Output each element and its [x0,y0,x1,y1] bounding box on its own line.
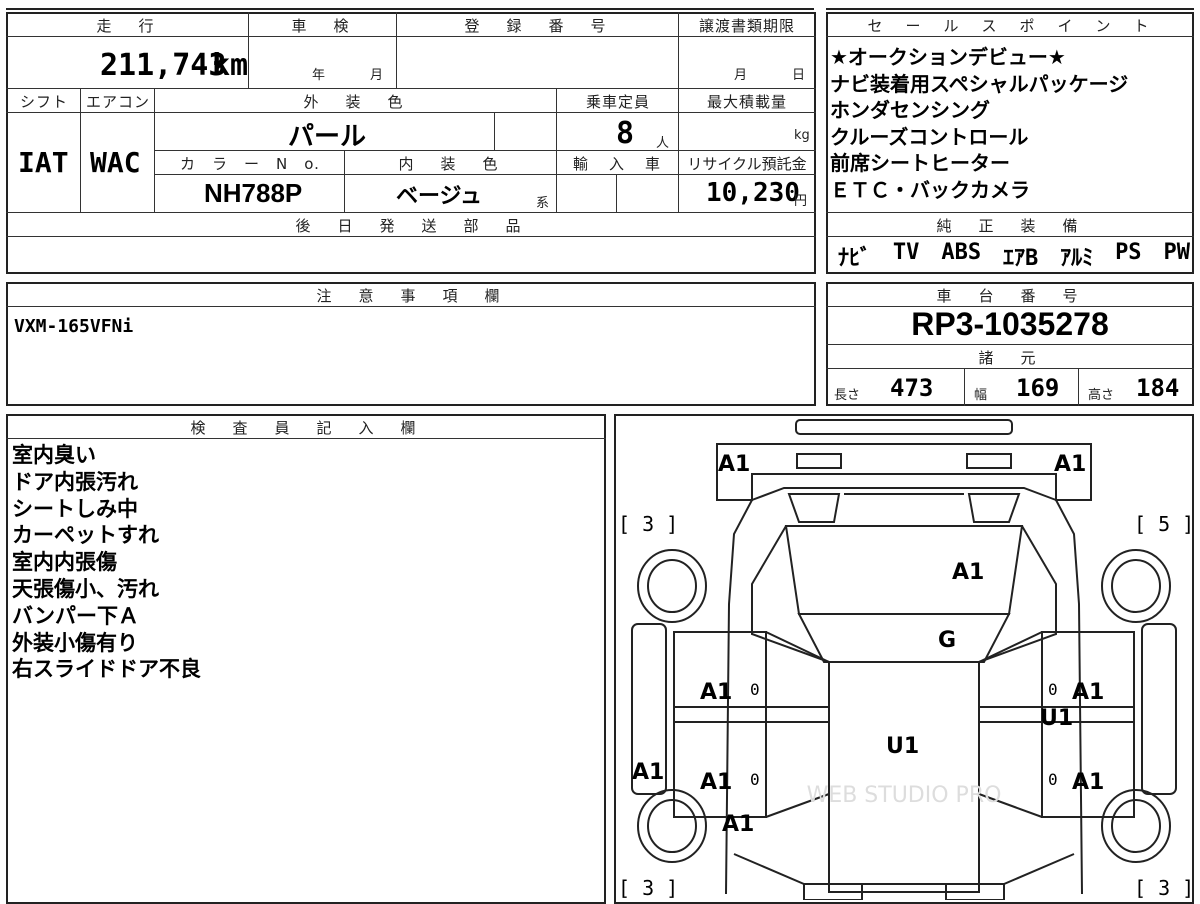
notes-text: VXM-165VFNi [14,316,134,337]
diagram-watermark: WEB STUDIO PRO [807,783,1002,808]
mark-windshield: G [938,628,957,653]
tire-front-right-score: [ 5 ] [1134,512,1195,536]
shift-header: シフト [19,93,68,111]
mark-left-rear-door: A1 [700,770,733,795]
car-diagram: WEB STUDIO PRO [631,419,1177,900]
equipment-pw: PW [1163,240,1190,265]
genuine-equipment-header: 純 正 装 備 [936,217,1084,235]
inspector-line: バンパー下Ａ [12,603,140,628]
height-label: 高さ [1088,388,1115,403]
specs-header: 諸 元 [978,349,1042,367]
equipment-abs: ABS [941,240,982,265]
sales-point-item: 前席シートヒーター [830,151,1010,175]
sales-point-item: ＥＴＣ・バックカメラ [830,177,1030,202]
tire-front-left-score: [ 3 ] [618,512,679,536]
sales-points-header: セ ー ル ス ポ イ ン ト [867,17,1153,35]
inspector-line: シートしみ中 [12,496,138,521]
interior-color-suffix: 系 [536,196,550,211]
interior-color-value: ベージュ [396,184,483,209]
color-no-value: NH788P [204,178,303,208]
capacity-header: 乗車定員 [585,93,650,111]
max-load-header: 最大積載量 [706,93,787,111]
inspector-header: 検 査 員 記 入 欄 [190,419,422,437]
mark-hood: A1 [952,560,985,585]
equipment-tv: TV [892,240,920,265]
transfer-deadline-header: 譲渡書類期限 [698,17,795,35]
mark-roof: U1 [886,734,920,759]
capacity-value: 8 [616,116,635,151]
mark-right-rear-door: A1 [1072,770,1105,795]
inspector-line: 右スライドドア不良 [12,657,201,682]
mileage-unit: km [212,48,249,83]
capacity-unit: 人 [656,136,670,151]
mark-right-slide: U1 [1040,706,1074,731]
inspector-line: カーペットすれ [12,523,159,548]
width-value: 169 [1016,374,1060,402]
mark-right-front-door: A1 [1072,680,1105,705]
inspector-line: 天張傷小、汚れ [12,576,159,601]
equipment-ps: PS [1115,240,1142,265]
exterior-color-value: パール [288,122,367,152]
sales-point-item: ナビ装着用スペシャルパッケージ [830,71,1129,96]
sales-point-item: クルーズコントロール [830,124,1029,149]
inspector-line: 室内臭い [12,443,96,467]
registration-header: 登 録 番 号 [464,17,612,35]
mileage-value: 211,743 [100,48,227,83]
sales-points-list: ★オークションデビュー★ ナビ装着用スペシャルパッケージ ホンダセンシング クル… [830,44,1190,203]
recycle-deposit-unit: 円 [794,194,808,209]
deadline-month-label: 月 [734,68,748,83]
inspector-line: ドア内張汚れ [12,469,138,494]
recycle-deposit-header: リサイクル預託金 [687,155,807,173]
inspector-notes: 室内臭い ドア内張汚れ シートしみ中 カーペットすれ 室内内張傷 天張傷小、汚れ… [12,442,201,683]
tire-rear-right-score: [ 3 ] [1134,876,1195,900]
recycle-deposit-value: 10,230 [706,178,800,208]
tire-rear-left-score: [ 3 ] [618,876,679,900]
shaken-year-label: 年 [312,68,326,83]
aircon-value: WAC [90,146,141,179]
zero-mark: 0 [750,680,760,699]
width-label: 幅 [974,388,988,403]
shaken-month-label: 月 [370,68,384,83]
equipment-alloy: ｱﾙﾐ [1060,246,1094,271]
chassis-header: 車 台 番 号 [936,287,1084,305]
aircon-header: エアコン [85,93,150,111]
zero-mark: 0 [1048,680,1058,699]
equipment-airbag: ｴｱB [1002,246,1039,271]
height-value: 184 [1136,374,1180,402]
mark-left-rear-lower: A1 [722,812,755,837]
inspector-line: 外装小傷有り [12,630,138,655]
zero-mark: 0 [1048,770,1058,789]
max-load-unit: kg [794,128,810,143]
top-cutoff-strip [6,0,814,10]
length-label: 長さ [834,388,861,403]
interior-color-header: 内 装 色 [398,155,504,173]
mark-left-rear-fender: A1 [632,760,665,785]
chassis-number: RP3-1035278 [911,306,1109,342]
color-no-header: カ ラ ー N o. [180,155,320,173]
inspector-line: 室内内張傷 [12,550,117,575]
mark-front-right-corner: A1 [1054,452,1087,477]
sales-point-item: ★オークションデビュー★ [830,45,1066,69]
deadline-day-label: 日 [792,68,806,83]
top-right-cutoff [826,0,1194,10]
zero-mark: 0 [750,770,760,789]
mark-left-front-door: A1 [700,680,733,705]
shift-value: IAT [18,146,69,179]
sales-point-item: ホンダセンシング [830,98,990,122]
exterior-color-header: 外 装 色 [303,93,409,111]
equipment-navi: ﾅﾋﾞ [838,246,872,271]
notes-header: 注 意 事 項 欄 [316,287,506,305]
mileage-header: 走 行 [96,17,160,35]
length-value: 473 [890,374,934,402]
mark-front-left-corner: A1 [718,452,751,477]
genuine-equipment-list: ﾅﾋﾞ TV ABS ｴｱB ｱﾙﾐ PS PW [838,240,1190,272]
later-parts-header: 後 日 発 送 部 品 [295,217,527,235]
import-header: 輸 入 車 [572,155,663,173]
shaken-header: 車 検 [291,17,355,35]
